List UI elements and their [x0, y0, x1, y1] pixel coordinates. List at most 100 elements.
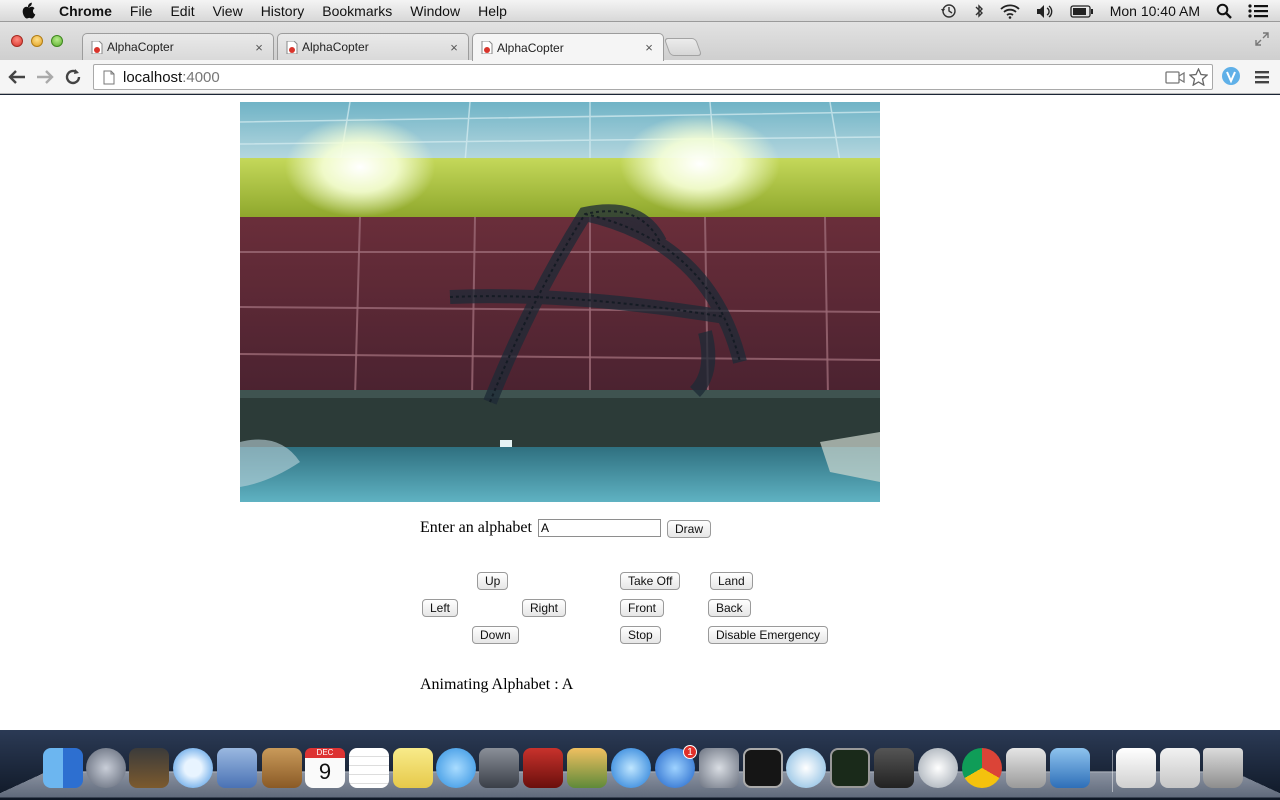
stop-button[interactable]: Stop — [620, 626, 661, 644]
browser-tab[interactable]: AlphaCopter × — [82, 33, 274, 60]
camera-icon[interactable] — [1165, 71, 1185, 84]
tab-title: AlphaCopter — [497, 40, 564, 55]
page-favicon-icon — [91, 40, 103, 54]
animation-status: Animating Alphabet : A — [420, 676, 574, 693]
chrome-menu-button[interactable] — [1252, 67, 1272, 87]
reload-button[interactable] — [63, 67, 83, 87]
url-port: :4000 — [182, 68, 220, 86]
archive-icon[interactable] — [1116, 748, 1156, 788]
tab-title: AlphaCopter — [302, 40, 369, 54]
tab-close-icon[interactable]: × — [643, 40, 655, 55]
time-machine-icon[interactable] — [940, 3, 958, 19]
trash-icon[interactable] — [1203, 748, 1243, 788]
extension-icon — [1222, 67, 1240, 85]
menubar-clock[interactable]: Mon 10:40 AM — [1110, 3, 1200, 19]
calendar-month: DEC — [305, 748, 345, 758]
alphabet-input[interactable] — [537, 519, 661, 537]
calculator-icon[interactable] — [1006, 748, 1046, 788]
dock-separator — [1112, 750, 1113, 792]
hamburger-menu-icon — [1255, 71, 1269, 84]
menu-bar: Chrome File Edit View History Bookmarks … — [0, 0, 1280, 22]
browser-toolbar: localhost:4000 — [0, 60, 1280, 94]
iphoto-icon[interactable] — [567, 748, 607, 788]
itunes-icon[interactable] — [611, 748, 651, 788]
activity-monitor-icon[interactable] — [830, 748, 870, 788]
browser-tab-active[interactable]: AlphaCopter × — [472, 33, 664, 61]
terminal-icon[interactable] — [743, 748, 783, 788]
menu-bookmarks[interactable]: Bookmarks — [313, 0, 401, 22]
xcode-icon[interactable] — [1050, 748, 1090, 788]
contacts-icon[interactable] — [262, 748, 302, 788]
page-favicon-icon — [286, 40, 298, 54]
volume-icon[interactable] — [1036, 4, 1054, 19]
down-button[interactable]: Down — [472, 626, 519, 644]
back-arrow-icon — [8, 70, 25, 84]
mamp-icon[interactable] — [1160, 748, 1200, 788]
left-button[interactable]: Left — [422, 599, 459, 617]
calendar-icon[interactable]: DEC 9 — [305, 748, 345, 788]
page-content: Enter an alphabet Draw Up Left Right Dow… — [0, 95, 1280, 730]
app-icon[interactable] — [918, 748, 958, 788]
front-button[interactable]: Front — [620, 599, 665, 617]
extension-button[interactable] — [1221, 66, 1241, 86]
launchpad-icon[interactable] — [86, 748, 126, 788]
right-button[interactable]: Right — [522, 599, 567, 617]
close-window-button[interactable] — [11, 35, 23, 47]
menu-app-name[interactable]: Chrome — [50, 0, 121, 22]
tab-close-icon[interactable]: × — [253, 40, 265, 55]
bookmark-star-icon[interactable] — [1189, 68, 1208, 86]
reminders-icon[interactable] — [349, 748, 389, 788]
zoom-window-button[interactable] — [51, 35, 63, 47]
tab-title: AlphaCopter — [107, 40, 174, 54]
safari-icon[interactable] — [173, 748, 213, 788]
forward-button[interactable] — [35, 67, 55, 87]
alphabet-input-label: Enter an alphabet — [420, 519, 532, 536]
sublime-text-icon[interactable] — [874, 748, 914, 788]
take-off-button[interactable]: Take Off — [620, 572, 681, 590]
tab-close-icon[interactable]: × — [448, 40, 460, 55]
system-preferences-icon[interactable] — [699, 748, 739, 788]
menu-help[interactable]: Help — [469, 0, 516, 22]
browser-tab[interactable]: AlphaCopter × — [277, 33, 469, 60]
menu-view[interactable]: View — [204, 0, 252, 22]
fullscreen-icon[interactable] — [1255, 32, 1269, 46]
notes-icon[interactable] — [393, 748, 433, 788]
apple-icon[interactable] — [20, 2, 36, 19]
up-button[interactable]: Up — [477, 572, 509, 590]
battery-icon[interactable] — [1070, 4, 1094, 18]
back-button-control[interactable]: Back — [708, 599, 751, 617]
minimize-window-button[interactable] — [31, 35, 43, 47]
land-button[interactable]: Land — [710, 572, 753, 590]
alphabet-form: Enter an alphabet — [420, 519, 661, 537]
menu-file[interactable]: File — [121, 0, 162, 22]
menu-edit[interactable]: Edit — [161, 0, 203, 22]
tab-strip: AlphaCopter × AlphaCopter × AlphaCopter … — [0, 22, 1280, 61]
forward-arrow-icon — [37, 70, 54, 84]
notification-center-icon[interactable] — [1248, 3, 1268, 19]
chrome-icon[interactable] — [962, 748, 1002, 788]
photo-browser-icon[interactable] — [523, 748, 563, 788]
back-button[interactable] — [7, 67, 27, 87]
messages-icon[interactable] — [436, 748, 476, 788]
status-menus: Mon 10:40 AM — [932, 0, 1280, 22]
address-bar[interactable]: localhost:4000 — [93, 64, 1213, 90]
drone-camera-feed — [240, 102, 880, 502]
photo-booth-icon[interactable] — [129, 748, 169, 788]
page-icon — [103, 70, 115, 84]
disable-emergency-button[interactable]: Disable Emergency — [708, 626, 829, 644]
notification-badge: 1 — [683, 745, 697, 759]
finder-icon[interactable] — [43, 748, 83, 788]
calendar-day: 9 — [318, 759, 332, 784]
url-host: localhost — [123, 68, 183, 86]
spotlight-icon[interactable] — [1216, 3, 1232, 19]
facetime-icon[interactable] — [479, 748, 519, 788]
app-icon[interactable] — [786, 748, 826, 788]
menu-window[interactable]: Window — [401, 0, 469, 22]
draw-button[interactable]: Draw — [667, 520, 712, 538]
mail-icon[interactable] — [217, 748, 257, 788]
bluetooth-icon[interactable] — [974, 3, 984, 19]
wifi-icon[interactable] — [1000, 4, 1020, 19]
menu-history[interactable]: History — [252, 0, 314, 22]
reload-icon — [65, 69, 81, 85]
new-tab-button[interactable] — [663, 38, 703, 56]
